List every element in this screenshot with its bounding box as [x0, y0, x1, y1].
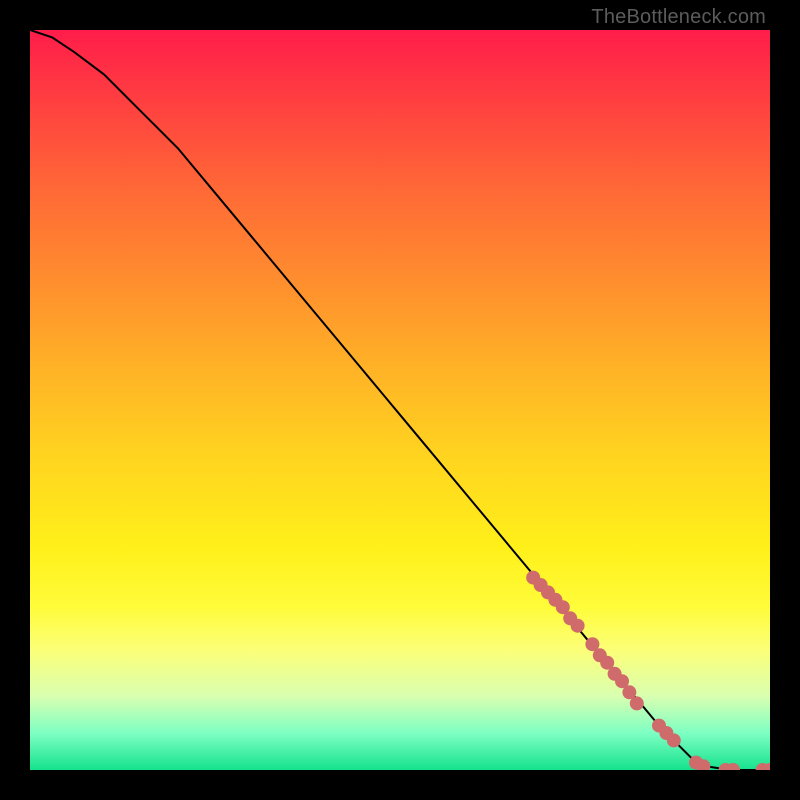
data-marker: [571, 619, 585, 633]
bottleneck-curve: [30, 30, 770, 770]
plot-area: [30, 30, 770, 770]
marker-group: [526, 571, 770, 770]
chart-svg: [30, 30, 770, 770]
chart-frame: TheBottleneck.com: [0, 0, 800, 800]
data-marker: [667, 733, 681, 747]
watermark-text: TheBottleneck.com: [591, 6, 766, 29]
data-marker: [630, 696, 644, 710]
